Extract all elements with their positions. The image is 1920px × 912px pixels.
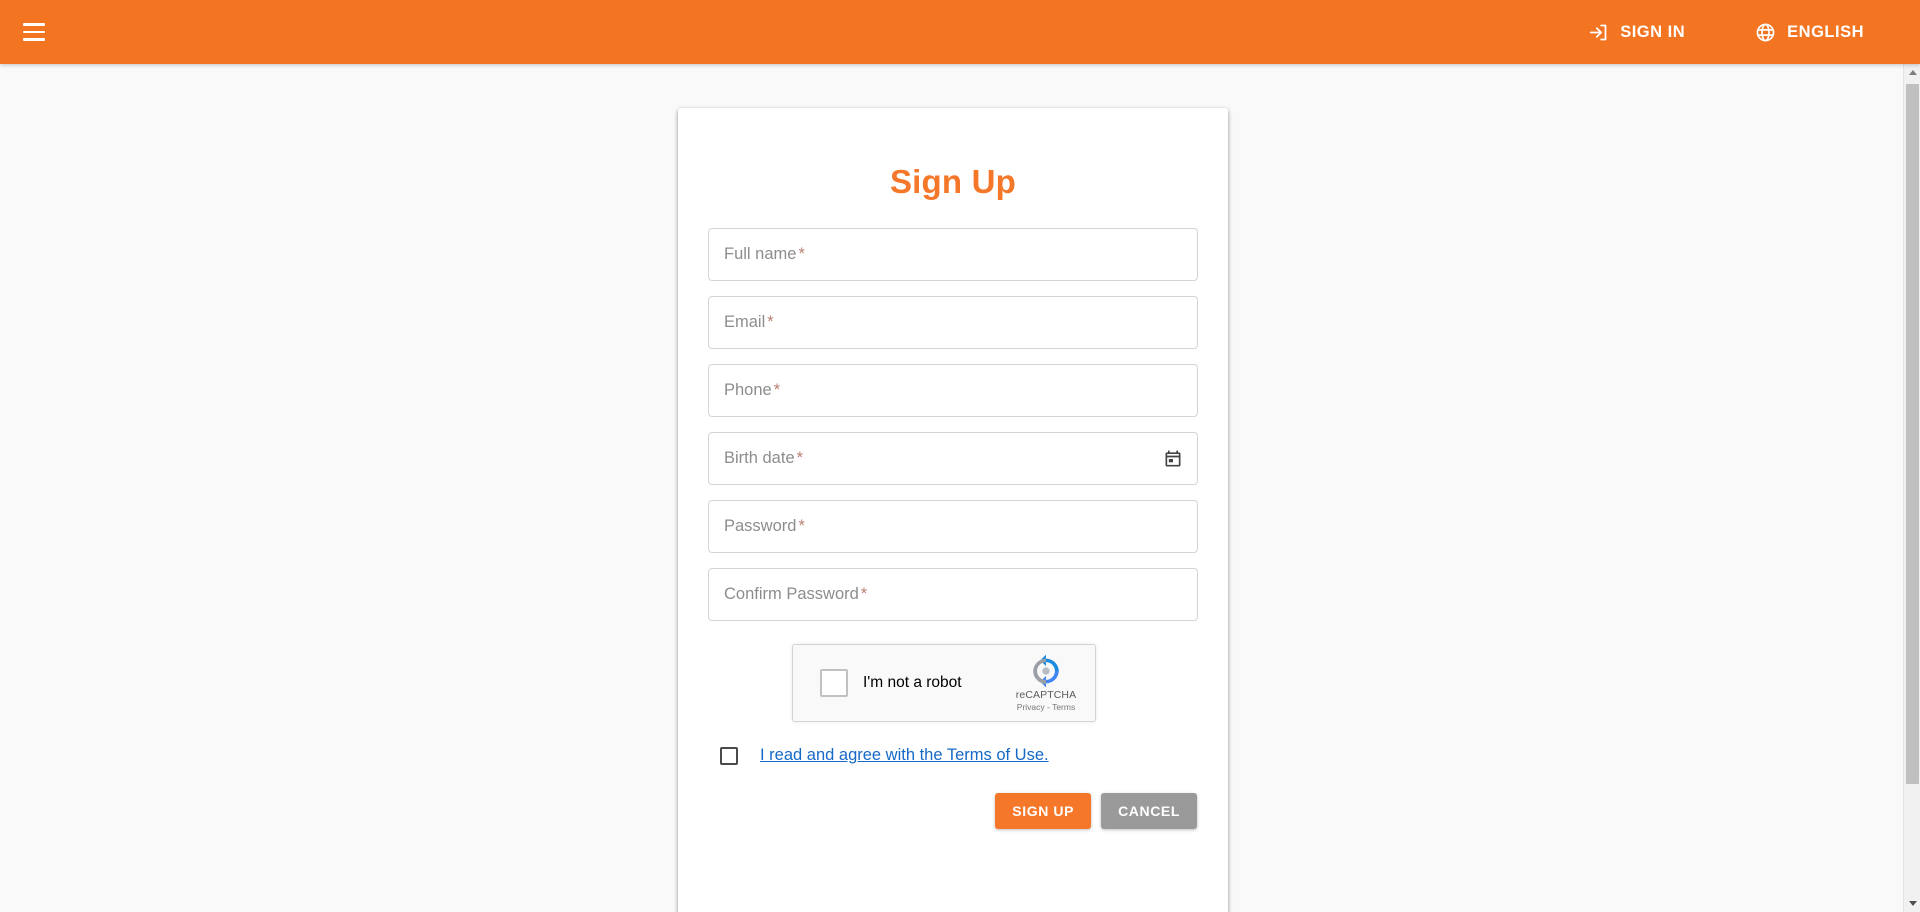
birth-date-field[interactable]: Birth date *	[708, 432, 1198, 485]
recaptcha-checkbox[interactable]	[820, 669, 848, 697]
email-field[interactable]: Email *	[708, 296, 1198, 349]
recaptcha-branding: reCAPTCHA Privacy - Terms	[1008, 654, 1084, 712]
phone-placeholder: Phone *	[724, 381, 781, 399]
sign-in-label: SIGN IN	[1620, 22, 1686, 41]
recaptcha-row: I'm not a robot reCAPTCHA Privacy - Term…	[708, 644, 1198, 722]
hamburger-line	[23, 38, 45, 41]
login-arrow-icon	[1588, 22, 1609, 43]
chevron-up-icon[interactable]	[1904, 64, 1920, 81]
email-placeholder: Email *	[724, 313, 774, 331]
confirm-password-placeholder: Confirm Password *	[724, 585, 868, 603]
recaptcha-logo-icon	[1008, 654, 1084, 688]
phone-field[interactable]: Phone *	[708, 364, 1198, 417]
recaptcha-label: I'm not a robot	[863, 674, 962, 691]
cancel-button[interactable]: CANCEL	[1101, 793, 1197, 829]
language-selector[interactable]: ENGLISH	[1755, 22, 1864, 43]
top-app-bar: SIGN IN ENGLISH	[0, 0, 1920, 64]
calendar-icon[interactable]	[1163, 449, 1183, 469]
recaptcha-brand-name: reCAPTCHA	[1015, 689, 1077, 701]
hamburger-line	[23, 23, 45, 26]
terms-checkbox[interactable]	[720, 746, 738, 765]
hamburger-line	[23, 30, 45, 34]
terms-of-use-link[interactable]: I read and agree with the Terms of Use.	[760, 746, 1049, 765]
page-title: Sign Up	[889, 163, 1017, 200]
sign-up-button[interactable]: SIGN UP	[995, 793, 1092, 829]
scrollbar-thumb[interactable]	[1906, 84, 1919, 784]
vertical-scrollbar[interactable]	[1903, 64, 1920, 912]
password-field[interactable]: Password *	[708, 500, 1198, 553]
form-actions: SIGN UP CANCEL	[708, 793, 1198, 829]
language-label: ENGLISH	[1787, 22, 1864, 41]
page-viewport: Sign Up Full name * Email * Phone * Birth d…	[0, 64, 1903, 912]
confirm-password-field[interactable]: Confirm Password *	[708, 568, 1198, 621]
terms-row: I read and agree with the Terms of Use.	[708, 746, 1198, 765]
appbar-actions: SIGN IN ENGLISH	[1588, 22, 1864, 43]
password-placeholder: Password *	[724, 517, 805, 535]
hamburger-menu-icon[interactable]	[12, 10, 56, 54]
full-name-placeholder: Full name *	[724, 245, 805, 263]
globe-icon	[1755, 22, 1776, 43]
recaptcha-widget[interactable]: I'm not a robot reCAPTCHA Privacy - Term…	[792, 644, 1096, 722]
birth-date-placeholder: Birth date *	[724, 449, 804, 467]
full-name-field[interactable]: Full name *	[708, 228, 1198, 281]
sign-in-button[interactable]: SIGN IN	[1588, 22, 1685, 43]
chevron-down-icon[interactable]	[1904, 895, 1920, 912]
sign-up-card: Sign Up Full name * Email * Phone * Birth d…	[678, 108, 1228, 912]
recaptcha-brand-links[interactable]: Privacy - Terms	[1008, 702, 1084, 712]
sign-up-form: Full name* Email* Phone* Birth date*	[708, 201, 1198, 829]
